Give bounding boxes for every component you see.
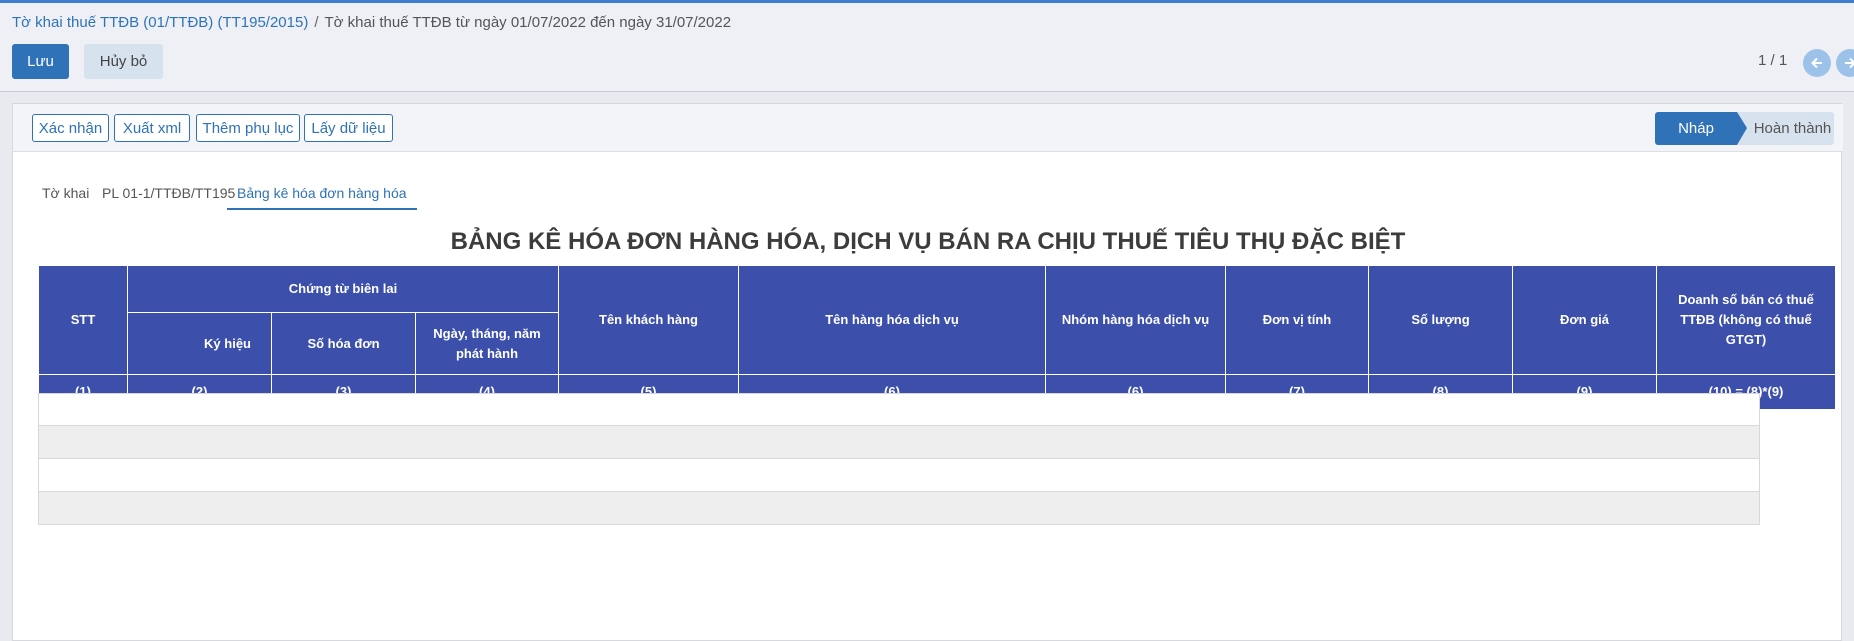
pager-text: 1 / 1 — [1758, 52, 1788, 69]
breadcrumb-current: Tờ khai thuế TTĐB từ ngày 01/07/2022 đến… — [324, 14, 732, 31]
page-header: Tờ khai thuế TTĐB (01/TTĐB) (TT195/2015)… — [0, 3, 1854, 91]
table-row[interactable] — [38, 393, 1760, 426]
col-nhom-hang-hoa: Nhóm hàng hóa dịch vụ — [1045, 265, 1226, 375]
table-body — [38, 393, 1760, 525]
export-xml-button[interactable]: Xuất xml — [114, 114, 190, 142]
status-steps: Hoàn thành Nháp — [1655, 112, 1834, 145]
step-completed: Hoàn thành — [1737, 112, 1834, 145]
col-ky-hieu: Ký hiệu — [127, 312, 272, 375]
col-so-hoa-don: Số hóa đơn — [271, 312, 416, 375]
col-group-chung-tu: Chứng từ biên lai — [127, 265, 559, 313]
tab-bang-ke[interactable]: Bảng kê hóa đơn hàng hóa — [227, 176, 417, 210]
col-don-vi-tinh: Đơn vị tính — [1225, 265, 1369, 375]
arrow-right-icon[interactable] — [1836, 49, 1854, 77]
fetch-data-button[interactable]: Lấy dữ liệu — [304, 114, 393, 142]
arrow-right-icon-glyph — [1845, 57, 1854, 69]
cancel-button[interactable]: Hủy bỏ — [84, 44, 163, 79]
header-divider — [0, 91, 1854, 92]
col-doanh-so: Doanh số bán có thuế TTĐB (không có thuế… — [1656, 265, 1836, 375]
add-appendix-button[interactable]: Thêm phụ lục — [196, 114, 300, 142]
breadcrumb-separator: / — [314, 14, 319, 31]
table-row[interactable] — [38, 492, 1760, 525]
table-header: STT Chứng từ biên lai Tên khách hàng Tên… — [38, 265, 1836, 410]
step-arrow — [1737, 112, 1747, 145]
col-stt: STT — [38, 265, 128, 375]
toolbar: Xác nhận Xuất xml Thêm phụ lục Lấy dữ li… — [13, 104, 1843, 152]
col-don-gia: Đơn giá — [1512, 265, 1657, 375]
page-title: BẢNG KÊ HÓA ĐƠN HÀNG HÓA, DỊCH VỤ BÁN RA… — [450, 228, 1406, 255]
arrow-left-icon[interactable] — [1803, 49, 1831, 77]
form-panel: Xác nhận Xuất xml Thêm phụ lục Lấy dữ li… — [12, 103, 1843, 641]
invoice-table: STT Chứng từ biên lai Tên khách hàng Tên… — [38, 265, 1843, 641]
table-row[interactable] — [38, 459, 1760, 492]
tab-pl-01-1[interactable]: PL 01-1/TTĐB/TT195 — [102, 176, 235, 210]
confirm-button[interactable]: Xác nhận — [32, 114, 109, 142]
col-ten-hang-hoa: Tên hàng hóa dịch vụ — [738, 265, 1046, 375]
col-ngay-phat-hanh: Ngày, tháng, năm phát hành — [415, 312, 559, 375]
save-button[interactable]: Lưu — [12, 44, 69, 79]
col-so-luong: Số lượng — [1368, 265, 1513, 375]
breadcrumb: Tờ khai thuế TTĐB (01/TTĐB) (TT195/2015)… — [12, 14, 731, 31]
table-row[interactable] — [38, 426, 1760, 459]
tab-to-khai[interactable]: Tờ khai — [42, 176, 89, 210]
arrow-left-icon-glyph — [1811, 57, 1822, 69]
col-ten-khach-hang: Tên khách hàng — [558, 265, 739, 375]
breadcrumb-link[interactable]: Tờ khai thuế TTĐB (01/TTĐB) (TT195/2015) — [12, 14, 308, 31]
step-draft: Nháp — [1655, 112, 1737, 145]
